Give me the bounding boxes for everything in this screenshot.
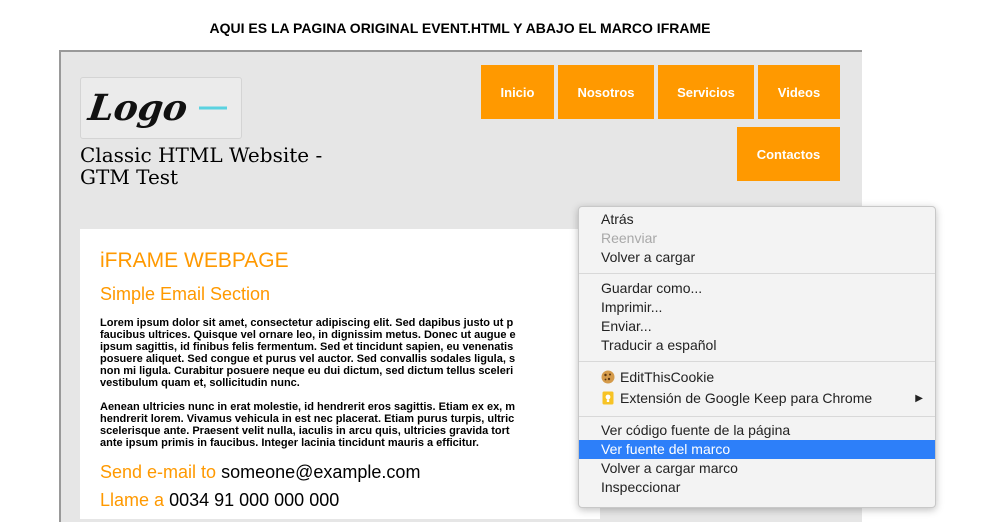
phone-line: Llame a 0034 91 000 000 000 [100, 490, 339, 511]
menu-item-send[interactable]: Enviar... [579, 317, 935, 336]
phone-label: Llame a [100, 490, 165, 510]
phone-link[interactable]: 0034 91 000 000 000 [169, 490, 339, 510]
menu-item-label: Extensión de Google Keep para Chrome [620, 390, 873, 406]
nav-servicios-button[interactable]: Servicios [658, 65, 754, 119]
paragraph-line: Aenean ultricies nunc in erat molestie, … [100, 401, 516, 413]
menu-item-reload-frame[interactable]: Volver a cargar marco [579, 459, 935, 478]
menu-item-print[interactable]: Imprimir... [579, 298, 935, 317]
context-menu: Atrás Reenviar Volver a cargar Guardar c… [578, 206, 936, 508]
menu-separator [579, 416, 935, 417]
paragraph-line: vestibulum quam et, sollicitudin nunc. [100, 377, 300, 389]
menu-separator [579, 273, 935, 274]
paragraph-line: faucibus ultrices. Quisque vel ornare le… [100, 329, 516, 341]
menu-item-view-frame-source[interactable]: Ver fuente del marco [579, 440, 935, 459]
email-line: Send e-mail to someone@example.com [100, 462, 420, 483]
chevron-right-icon: ▶ [915, 393, 923, 404]
paragraph-line: scelerisque ante. Praesent velit nulla, … [100, 425, 510, 437]
menu-item-google-keep[interactable]: Extensión de Google Keep para Chrome ▶ [579, 389, 935, 408]
paragraph-line: hendrerit lorem. Vivamus vehicula in est… [100, 413, 515, 425]
nav-contactos-button[interactable]: Contactos [737, 127, 840, 181]
site-logo[interactable]: Logo [80, 77, 242, 139]
menu-item-editthiscookie[interactable]: EditThisCookie [579, 368, 935, 387]
email-label: Send e-mail to [100, 462, 217, 482]
paragraph-line: posuere aliquet. Sed congue et purus vel… [100, 353, 516, 365]
menu-item-reload[interactable]: Volver a cargar [579, 248, 935, 267]
cookie-icon [601, 370, 615, 384]
menu-item-back[interactable]: Atrás [579, 210, 935, 229]
paragraph-line: ante ipsum primis in faucibus. Integer l… [100, 437, 479, 449]
menu-item-save-as[interactable]: Guardar como... [579, 279, 935, 298]
paragraph-line: ipsum sagittis, id finibus felis ferment… [100, 341, 514, 353]
nav-inicio-button[interactable]: Inicio [481, 65, 554, 119]
content-subtitle: Simple Email Section [100, 284, 271, 304]
menu-item-view-page-source[interactable]: Ver código fuente de la página [579, 421, 935, 440]
content-title: iFRAME WEBPAGE [100, 249, 289, 272]
menu-item-translate[interactable]: Traducir a español [579, 336, 935, 355]
google-keep-icon [601, 391, 615, 405]
menu-separator [579, 361, 935, 362]
page-heading: AQUI ES LA PAGINA ORIGINAL EVENT.HTML Y … [209, 20, 711, 36]
menu-item-inspect[interactable]: Inspeccionar [579, 478, 935, 497]
paragraph-line: non mi ligula. Curabitur posuere neque e… [100, 365, 514, 377]
lorem-paragraph-1: Lorem ipsum dolor sit amet, consectetur … [100, 317, 590, 389]
email-link[interactable]: someone@example.com [221, 462, 420, 482]
lorem-paragraph-2: Aenean ultricies nunc in erat molestie, … [100, 401, 590, 449]
site-title: Classic HTML Website - GTM Test [80, 143, 323, 189]
svg-text:Logo: Logo [85, 86, 190, 129]
logo-image: Logo [85, 86, 227, 129]
nav-videos-button[interactable]: Videos [758, 65, 840, 119]
menu-item-forward: Reenviar [601, 230, 658, 246]
menu-item-label: EditThisCookie [620, 369, 715, 385]
nav-nosotros-button[interactable]: Nosotros [558, 65, 654, 119]
paragraph-line: Lorem ipsum dolor sit amet, consectetur … [100, 317, 514, 329]
